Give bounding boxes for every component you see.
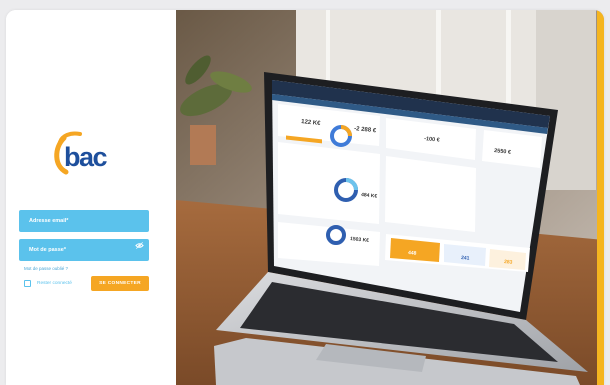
forgot-password-link[interactable]: Mot de passe oublié ? xyxy=(24,266,68,271)
login-card: bac Mot de passe oublié ? Rester connect… xyxy=(6,10,604,385)
eye-icon[interactable] xyxy=(135,241,144,250)
svg-text:241: 241 xyxy=(461,255,470,262)
svg-text:bac: bac xyxy=(64,142,108,172)
hero-photo: 122 K€ -2 288 € -100 € 2550 € 484 K€ 150… xyxy=(176,10,604,385)
email-field[interactable] xyxy=(19,210,149,232)
remember-me-checkbox[interactable] xyxy=(24,280,31,287)
svg-text:283: 283 xyxy=(504,259,513,266)
login-panel: bac Mot de passe oublié ? Rester connect… xyxy=(6,10,176,385)
accent-strip xyxy=(597,10,604,385)
bac-logo: bac xyxy=(54,131,109,175)
svg-text:448: 448 xyxy=(408,250,417,257)
password-field[interactable] xyxy=(19,239,149,261)
login-button[interactable]: SE CONNECTER xyxy=(91,276,149,291)
remember-me-label: Rester connecté xyxy=(37,281,72,286)
